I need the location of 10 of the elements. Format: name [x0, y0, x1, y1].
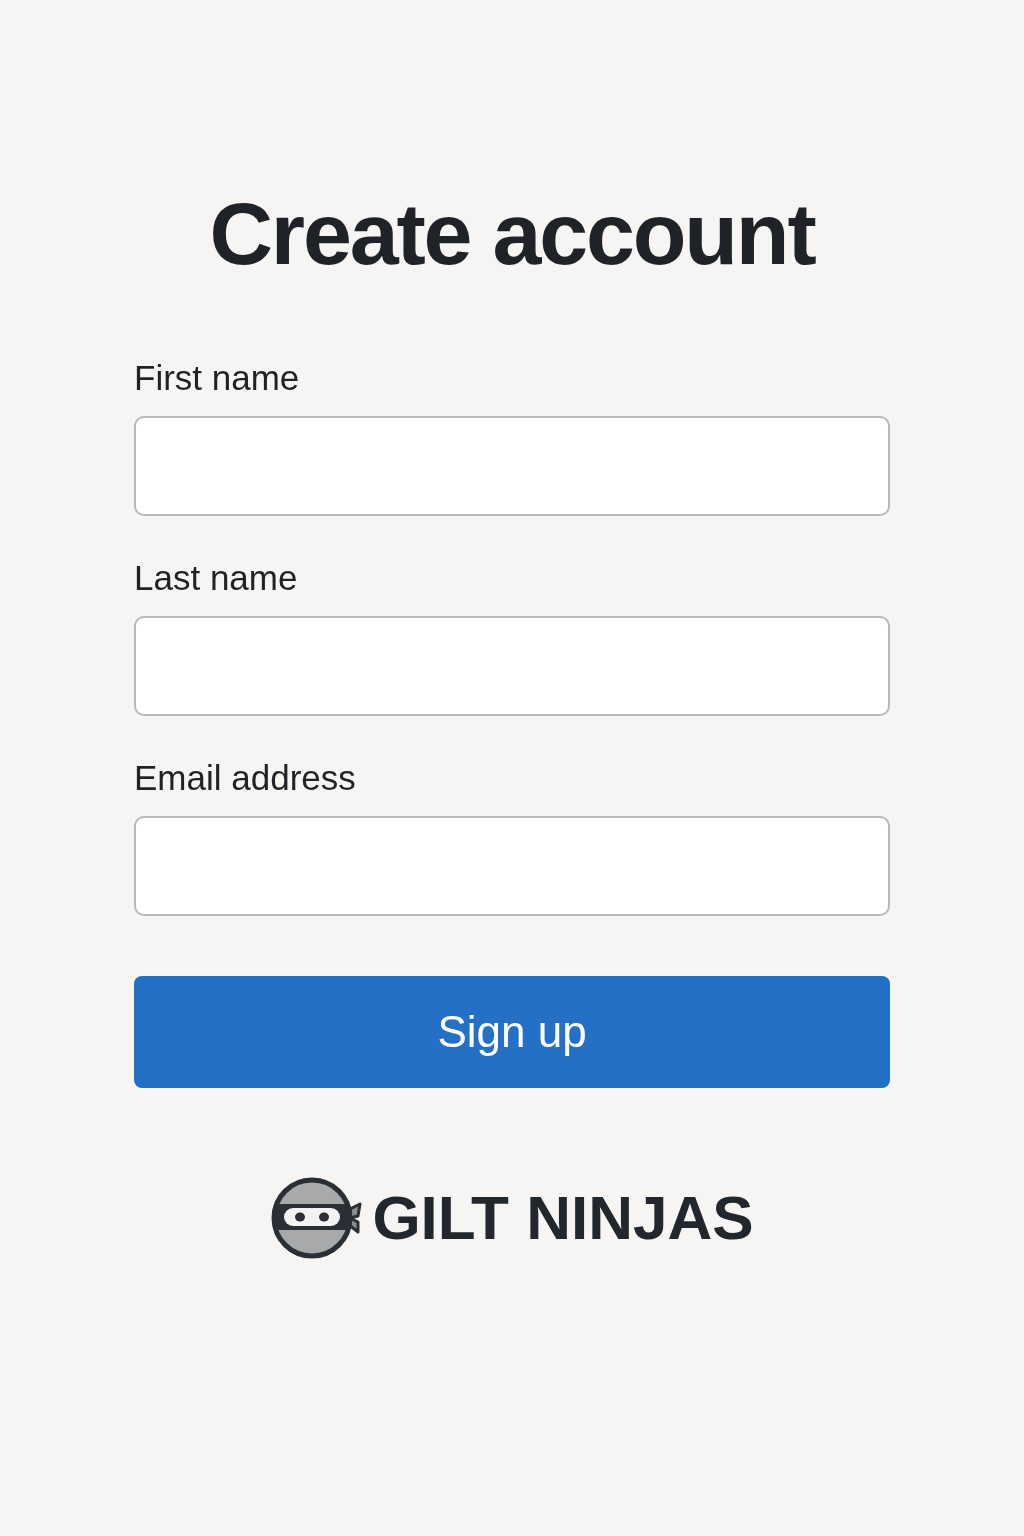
page-title: Create account	[209, 190, 815, 278]
brand-name: GILT NINJAS	[372, 1187, 754, 1249]
field-label: Email address	[134, 757, 357, 799]
input-field[interactable]	[134, 616, 890, 716]
input-field[interactable]	[134, 816, 890, 916]
input-field[interactable]	[134, 416, 890, 516]
field-label: Last name	[134, 557, 299, 599]
ninja-head-icon	[270, 1176, 363, 1260]
field-label: First name	[134, 357, 301, 399]
sign-up-button[interactable]: Sign up	[134, 976, 890, 1088]
